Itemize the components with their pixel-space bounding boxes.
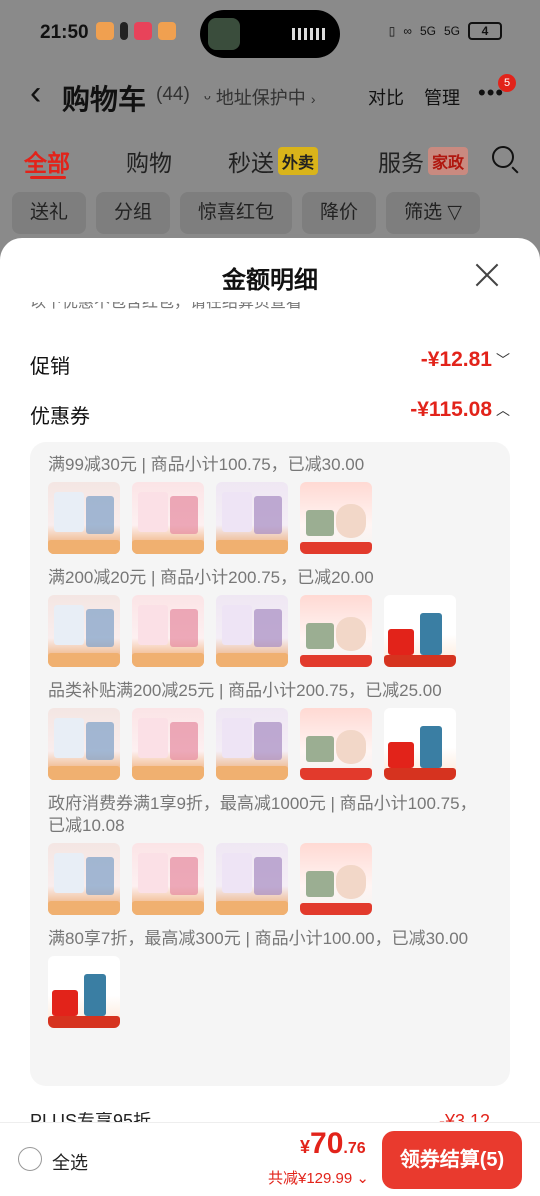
promo-row[interactable]: 促销 -¥12.81 ﹀ bbox=[30, 344, 510, 380]
tab-instant[interactable]: 秒送 外卖 bbox=[228, 144, 319, 178]
media-thumbnail bbox=[208, 18, 240, 50]
red-packet-hint: 以下优惠不包含红包，请在结算页查看 bbox=[30, 302, 303, 311]
select-all-label[interactable]: 全选 bbox=[52, 1149, 88, 1175]
page-title: 购物车 bbox=[62, 84, 147, 115]
shield-icon: ᵕ bbox=[204, 88, 211, 108]
product-thumbnail[interactable] bbox=[300, 708, 372, 780]
product-thumbnails bbox=[48, 956, 478, 1028]
product-thumbnails bbox=[48, 482, 478, 554]
manage-button[interactable]: 管理 bbox=[424, 84, 460, 110]
coupon-group-title: 满80享7折，最高减300元 | 商品小计100.00，已减30.00 bbox=[48, 929, 469, 948]
signal-icon-1: 5G bbox=[419, 24, 436, 38]
compare-button[interactable]: 对比 bbox=[368, 84, 404, 110]
amount-detail-sheet: 金额明细 以下优惠不包含红包，请在结算页查看 促销 -¥12.81 ﹀ 优惠券 … bbox=[0, 238, 540, 1122]
product-thumbnail[interactable] bbox=[300, 843, 372, 915]
tag-takeout: 外卖 bbox=[278, 147, 319, 175]
product-thumbnail[interactable] bbox=[132, 708, 204, 780]
dynamic-island[interactable] bbox=[200, 10, 340, 58]
product-thumbnails bbox=[48, 708, 478, 780]
status-bar: 21:50 ▯ ∞ 5G 5G 4 bbox=[0, 0, 540, 66]
link-icon: ∞ bbox=[403, 24, 412, 38]
total-price: ¥70.76 bbox=[300, 1127, 366, 1160]
chip-gift[interactable]: 送礼 bbox=[12, 192, 87, 234]
battery-icon: 4 bbox=[468, 22, 502, 40]
audio-wave-icon bbox=[292, 28, 326, 40]
tab-service[interactable]: 服务 家政 bbox=[378, 144, 469, 178]
product-thumbnail[interactable] bbox=[384, 595, 456, 667]
message-badge: 5 bbox=[498, 74, 516, 92]
checkout-bar: 全选 ¥70.76 共减¥129.99 ⌄ 领券结算(5) bbox=[0, 1122, 540, 1196]
product-thumbnail[interactable] bbox=[300, 482, 372, 554]
vibrate-icon: ▯ bbox=[388, 24, 396, 38]
chip-price-drop[interactable]: 降价 bbox=[302, 192, 377, 234]
product-thumbnail[interactable] bbox=[300, 595, 372, 667]
product-thumbnail[interactable] bbox=[216, 843, 288, 915]
coupon-group: 满200减20元 | 商品小计200.75，已减20.00 bbox=[48, 567, 478, 667]
plus-discount-amount: -¥3.12 bbox=[438, 1112, 490, 1122]
cart-count: (44) bbox=[156, 84, 190, 105]
active-tab-indicator bbox=[30, 176, 66, 179]
app-heart-icon-2 bbox=[158, 22, 176, 40]
product-thumbnail[interactable] bbox=[132, 843, 204, 915]
product-thumbnail[interactable] bbox=[48, 843, 120, 915]
product-thumbnail[interactable] bbox=[384, 708, 456, 780]
product-thumbnail[interactable] bbox=[216, 708, 288, 780]
cart-tabs: 全部 购物 秒送 外卖 服务 家政 bbox=[0, 140, 540, 182]
product-thumbnail[interactable] bbox=[48, 708, 120, 780]
coupon-group-title: 满200减20元 | 商品小计200.75，已减20.00 bbox=[48, 568, 374, 587]
coupon-row[interactable]: 优惠券 -¥115.08 ︿ bbox=[30, 394, 510, 430]
coupon-group-title: 政府消费券满1享9折，最高减1000元 | 商品小计100.75，已减10.08 bbox=[48, 794, 477, 835]
coupon-group: 满80享7折，最高减300元 | 商品小计100.00，已减30.00 bbox=[48, 928, 478, 1028]
coupon-group-title: 品类补贴满200减25元 | 商品小计200.75，已减25.00 bbox=[48, 681, 442, 700]
chip-red-packet[interactable]: 惊喜红包 bbox=[180, 192, 293, 234]
notification-icons bbox=[96, 22, 176, 40]
address-protection[interactable]: ᵕ 地址保护中 › bbox=[204, 84, 316, 110]
battery-saver-icon bbox=[120, 22, 128, 40]
coupon-group: 政府消费券满1享9折，最高减1000元 | 商品小计100.75，已减10.08 bbox=[48, 793, 478, 915]
system-icons: ▯ ∞ 5G 5G 4 bbox=[389, 22, 502, 40]
product-thumbnail[interactable] bbox=[216, 595, 288, 667]
product-thumbnail[interactable] bbox=[216, 482, 288, 554]
product-thumbnail[interactable] bbox=[132, 482, 204, 554]
chevron-right-icon: › bbox=[310, 91, 316, 107]
coupon-detail-box: 满99减30元 | 商品小计100.75，已减30.00 满200减20元 | 商… bbox=[30, 442, 510, 1086]
chevron-down-icon: ⌄ bbox=[356, 1170, 369, 1187]
coupon-group-title: 满99减30元 | 商品小计100.75，已减30.00 bbox=[48, 455, 365, 474]
search-icon[interactable] bbox=[492, 146, 514, 168]
video-app-icon bbox=[134, 22, 152, 40]
total-saved[interactable]: 共减¥129.99 ⌄ bbox=[268, 1167, 369, 1188]
filter-chips: 送礼 分组 惊喜红包 降价 筛选 ▽ bbox=[12, 192, 480, 234]
chip-filter[interactable]: 筛选 ▽ bbox=[386, 192, 480, 234]
coupon-group: 满99减30元 | 商品小计100.75，已减30.00 bbox=[48, 454, 478, 554]
product-thumbnails bbox=[48, 595, 478, 667]
signal-icon-2: 5G bbox=[443, 24, 460, 38]
plus-discount-label: PLUS专享95折 bbox=[30, 1112, 152, 1122]
product-thumbnails bbox=[48, 843, 478, 915]
tab-all[interactable]: 全部 bbox=[24, 144, 70, 178]
product-thumbnail[interactable] bbox=[48, 595, 120, 667]
app-heart-icon bbox=[96, 22, 114, 40]
tab-shopping[interactable]: 购物 bbox=[126, 144, 172, 178]
close-icon[interactable] bbox=[472, 260, 502, 290]
sheet-title: 金额明细 bbox=[222, 267, 318, 294]
clock: 21:50 bbox=[40, 22, 89, 43]
chevron-up-icon: ︿ bbox=[496, 402, 510, 418]
checkout-button[interactable]: 领券结算(5) bbox=[382, 1131, 522, 1189]
tag-housekeeping: 家政 bbox=[428, 147, 469, 175]
coupon-group: 品类补贴满200减25元 | 商品小计200.75，已减25.00 bbox=[48, 680, 478, 780]
product-thumbnail[interactable] bbox=[48, 482, 120, 554]
select-all-checkbox[interactable] bbox=[18, 1147, 42, 1171]
chip-group[interactable]: 分组 bbox=[96, 192, 171, 234]
filter-icon: ▽ bbox=[447, 202, 462, 223]
product-thumbnail[interactable] bbox=[132, 595, 204, 667]
back-icon[interactable]: ‹ bbox=[30, 76, 41, 110]
cart-header: ‹ 购物车 (44) ᵕ 地址保护中 › 对比 管理 ••• 5 bbox=[0, 66, 540, 124]
product-thumbnail[interactable] bbox=[48, 956, 120, 1028]
chevron-down-icon: ﹀ bbox=[496, 352, 510, 368]
